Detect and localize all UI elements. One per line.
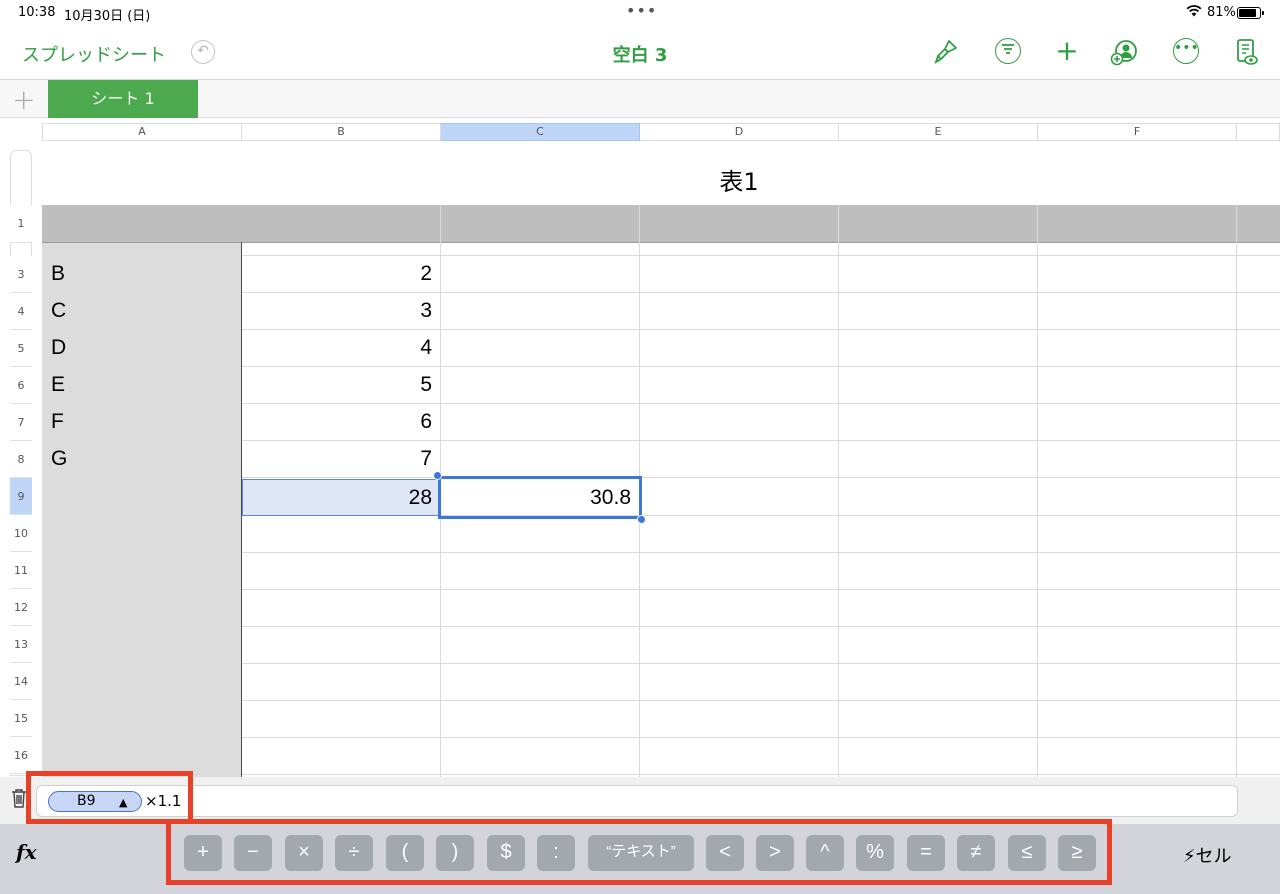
cell-b2-partial[interactable]: 1 bbox=[241, 242, 432, 255]
grid-line bbox=[42, 366, 1280, 367]
grid-line bbox=[42, 329, 1280, 330]
multitask-dots[interactable]: ••• bbox=[626, 1, 657, 20]
cell-b8[interactable]: 7 bbox=[241, 440, 432, 477]
grid-line bbox=[1037, 205, 1038, 777]
column-header-a[interactable]: A bbox=[42, 123, 242, 141]
sort-filter-icon[interactable] bbox=[995, 38, 1021, 64]
column-header-g[interactable] bbox=[1237, 123, 1280, 141]
column-header-d[interactable]: D bbox=[640, 123, 839, 141]
grid-line bbox=[42, 403, 1280, 404]
cell-a7[interactable]: F bbox=[51, 403, 64, 440]
cell-mode-button[interactable]: ⚡セル bbox=[1183, 842, 1232, 868]
cell-b3[interactable]: 2 bbox=[241, 255, 432, 292]
battery-percent: 81% bbox=[1207, 5, 1236, 20]
cell-b5[interactable]: 4 bbox=[241, 329, 432, 366]
cell-b9[interactable]: 28 bbox=[241, 479, 432, 516]
row-header-15[interactable]: 15 bbox=[10, 700, 32, 737]
toolbar: スプレッドシート ↶ 空白 3 + ••• bbox=[0, 26, 1280, 80]
row-header-9[interactable]: 9 bbox=[10, 478, 32, 515]
function-browser-button[interactable]: fx bbox=[16, 840, 37, 864]
status-time: 10:38 bbox=[18, 5, 56, 20]
table-grid[interactable]: A 1 B 2 C 3 D 4 E 5 F 6 G 7 28 30.8 bbox=[42, 205, 1280, 777]
row-header-12[interactable]: 12 bbox=[10, 589, 32, 626]
cell-mode-label: セル bbox=[1195, 846, 1232, 867]
collaborate-icon[interactable] bbox=[1110, 38, 1138, 66]
formula-input[interactable] bbox=[36, 785, 1238, 817]
grid-line bbox=[42, 242, 1280, 243]
cell-b2-text: 1 bbox=[241, 242, 432, 254]
cell-a2-partial[interactable]: A bbox=[51, 207, 65, 219]
grid-line bbox=[42, 440, 1280, 441]
status-bar: 10:38 10月30日 (日) ••• 81% bbox=[0, 0, 1280, 26]
grid-line bbox=[42, 700, 1280, 701]
annotation-highlight-formula bbox=[26, 771, 193, 824]
document-title[interactable]: 空白 3 bbox=[0, 41, 1280, 67]
row-header-10[interactable]: 10 bbox=[10, 515, 32, 552]
row-header-4[interactable]: 4 bbox=[10, 293, 32, 330]
format-brush-icon[interactable] bbox=[932, 38, 960, 66]
cell-a6[interactable]: E bbox=[51, 366, 65, 403]
cell-c9[interactable]: 30.8 bbox=[440, 479, 631, 516]
row-header-7[interactable]: 7 bbox=[10, 404, 32, 441]
cell-a4[interactable]: C bbox=[51, 292, 66, 329]
grid-line bbox=[42, 515, 1280, 516]
row-header-5[interactable]: 5 bbox=[10, 330, 32, 367]
tab-sheet-1[interactable]: シート 1 bbox=[48, 80, 198, 118]
cell-b6[interactable]: 5 bbox=[241, 366, 432, 403]
sheet-tabs: + シート 1 bbox=[0, 80, 1280, 118]
selection-handle-bottom[interactable] bbox=[637, 515, 646, 524]
row-header-3[interactable]: 3 bbox=[10, 256, 32, 293]
row-header-13[interactable]: 13 bbox=[10, 626, 32, 663]
formula-bar: B9 ▲ ×1.1 bbox=[0, 771, 1280, 824]
column-headers: A B C D E F bbox=[42, 123, 1280, 141]
row-header-6[interactable]: 6 bbox=[10, 367, 32, 404]
battery-icon bbox=[1237, 7, 1264, 19]
row-headers: 1 3 4 5 6 7 8 9 10 11 12 13 14 15 16 bbox=[10, 150, 32, 776]
row-header-16[interactable]: 16 bbox=[10, 737, 32, 774]
column-header-f[interactable]: F bbox=[1038, 123, 1237, 141]
grid-line bbox=[42, 589, 1280, 590]
grid-line bbox=[838, 205, 839, 777]
formula-keyboard: fx + − × ÷ ( ) $ : “テキスト” < > ^ % = ≠ ≤ … bbox=[0, 819, 1280, 894]
column-header-c[interactable]: C bbox=[441, 123, 640, 141]
grid-line bbox=[42, 292, 1280, 293]
cell-a8[interactable]: G bbox=[51, 440, 67, 477]
reader-view-icon[interactable] bbox=[1233, 38, 1261, 66]
header-column bbox=[42, 242, 241, 777]
row-header-1[interactable]: 1 bbox=[10, 205, 32, 243]
grid-line bbox=[42, 774, 1280, 775]
add-icon[interactable]: + bbox=[1053, 37, 1081, 66]
cell-b4[interactable]: 3 bbox=[241, 292, 432, 329]
grid-line bbox=[1236, 205, 1237, 777]
row-header-14[interactable]: 14 bbox=[10, 663, 32, 700]
row-header-11[interactable]: 11 bbox=[10, 552, 32, 589]
table-title[interactable]: 表1 bbox=[42, 162, 1280, 197]
status-date: 10月30日 (日) bbox=[64, 9, 151, 24]
grid-line bbox=[42, 477, 1280, 478]
cell-a5[interactable]: D bbox=[51, 329, 66, 366]
column-header-b[interactable]: B bbox=[242, 123, 441, 141]
cell-b7[interactable]: 6 bbox=[241, 403, 432, 440]
grid-line bbox=[42, 255, 1280, 256]
annotation-highlight-keys bbox=[166, 819, 1112, 885]
grid-line bbox=[42, 552, 1280, 553]
more-icon[interactable]: ••• bbox=[1173, 38, 1199, 64]
cell-a2-text: A bbox=[51, 207, 65, 218]
grid-line bbox=[42, 663, 1280, 664]
grid-line bbox=[42, 626, 1280, 627]
selection-handle-top[interactable] bbox=[433, 471, 442, 480]
cell-a3[interactable]: B bbox=[51, 255, 65, 292]
row-header-8[interactable]: 8 bbox=[10, 441, 32, 478]
header-row bbox=[42, 205, 1280, 242]
wifi-icon bbox=[1186, 5, 1202, 21]
grid-line bbox=[42, 737, 1280, 738]
lightning-icon: ⚡ bbox=[1183, 846, 1196, 867]
column-header-e[interactable]: E bbox=[839, 123, 1038, 141]
add-sheet-icon[interactable]: + bbox=[12, 83, 35, 116]
